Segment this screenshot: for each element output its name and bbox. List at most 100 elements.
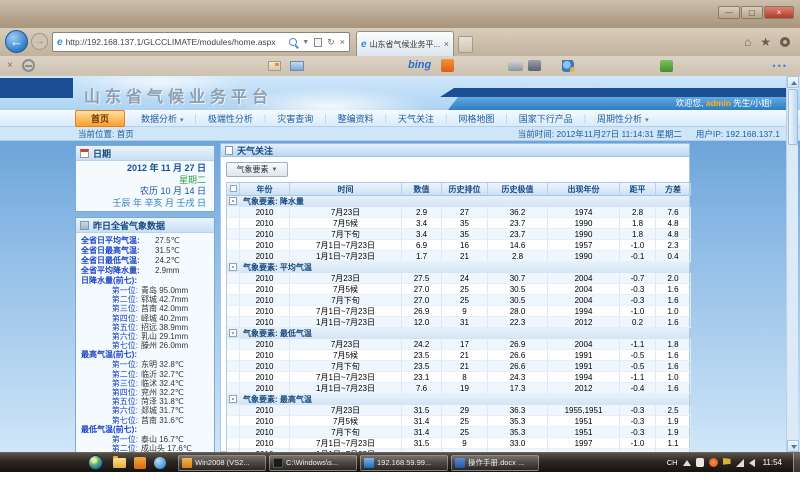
- home-icon[interactable]: ⌂: [744, 35, 751, 49]
- cell: 30.5: [488, 295, 548, 306]
- cell: 3.4: [402, 218, 442, 229]
- cell: 1.9: [656, 427, 691, 438]
- rank-item: 第一位:泰山 16.7℃: [78, 435, 212, 444]
- cell: 28.0: [488, 306, 548, 317]
- cell: 3.4: [402, 229, 442, 240]
- new-tab-button[interactable]: [458, 36, 473, 53]
- compatibility-view-icon[interactable]: [314, 38, 322, 47]
- select-all-checkbox[interactable]: [230, 185, 237, 192]
- welcome-prefix: 欢迎您,: [676, 98, 706, 108]
- collapse-toggle[interactable]: -: [229, 263, 237, 271]
- cell: 17: [442, 339, 488, 350]
- cell: 27.0: [402, 295, 442, 306]
- language-indicator[interactable]: CH: [667, 458, 678, 467]
- cell: 31.4: [402, 416, 442, 427]
- overflow-dots[interactable]: •••: [773, 61, 788, 71]
- summary-value: 24.2℃: [155, 256, 180, 266]
- collapse-toggle[interactable]: -: [229, 197, 237, 205]
- chevron-down-icon[interactable]: ▼: [302, 39, 309, 46]
- nav-item-6[interactable]: 网格地图: [447, 112, 505, 125]
- element-dropdown-button[interactable]: 气象要素 ▼: [226, 162, 288, 177]
- search-icon[interactable]: [289, 38, 297, 46]
- rank-value: 乳山 29.1mm: [141, 332, 188, 341]
- refresh-icon[interactable]: ↻: [327, 37, 335, 48]
- collapse-toggle[interactable]: -: [229, 395, 237, 403]
- scroll-up-icon[interactable]: [787, 76, 799, 88]
- cell: 1951: [548, 416, 620, 427]
- toolbar-close-icon[interactable]: ×: [7, 60, 13, 71]
- cell: 1991: [548, 350, 620, 361]
- camera-dark-icon[interactable]: [528, 60, 541, 71]
- cell: 26.9: [488, 339, 548, 350]
- cell: 7月1日~7月23日: [290, 372, 402, 383]
- rdp-icon: [364, 458, 374, 468]
- tray-antivirus-icon[interactable]: [709, 458, 718, 467]
- cell: 2004: [548, 273, 620, 284]
- tray-action-icon[interactable]: [696, 458, 704, 467]
- taskbar-button-1[interactable]: C:\Windows\s...: [269, 455, 357, 471]
- nav-item-7[interactable]: 国家下行产品: [508, 112, 584, 125]
- breadcrumb-bar: 当前位置: 首页 当前时间: 2012年11月27日 11:14:31 星期二 …: [0, 127, 800, 141]
- bing-logo[interactable]: bing: [408, 59, 431, 71]
- url-text[interactable]: http://192.168.137.1/GLCCLIMATE/modules/…: [66, 37, 290, 47]
- media-player-orange-icon[interactable]: [134, 457, 146, 469]
- scrollbar-thumb[interactable]: [788, 89, 798, 145]
- tray-volume-icon[interactable]: [749, 459, 755, 467]
- taskbar-button-2[interactable]: 192.168.59.99...: [360, 455, 448, 471]
- vertical-scrollbar[interactable]: [786, 76, 798, 452]
- cell: 35: [442, 229, 488, 240]
- weather-widget-icon[interactable]: [562, 60, 574, 72]
- header-navy-block: [0, 78, 73, 98]
- cell: 25: [442, 416, 488, 427]
- tray-flag-icon[interactable]: [723, 458, 731, 467]
- cell: 1.8: [620, 218, 656, 229]
- address-bar[interactable]: e http://192.168.137.1/GLCCLIMATE/module…: [52, 32, 350, 52]
- forward-button[interactable]: →: [31, 33, 48, 50]
- cell: 7月下旬: [290, 361, 402, 372]
- cell: 2010: [240, 416, 290, 427]
- nav-item-8[interactable]: 周期性分析▾: [586, 112, 660, 125]
- media-player-blue-icon[interactable]: [154, 457, 166, 469]
- collapse-toggle[interactable]: -: [229, 329, 237, 337]
- blocked-icon[interactable]: [22, 59, 35, 72]
- cell: 33.0: [488, 438, 548, 449]
- nav-item-3[interactable]: 灾害查询: [266, 112, 324, 125]
- start-button[interactable]: [88, 455, 103, 470]
- cell: 21: [442, 361, 488, 372]
- nav-item-2[interactable]: 极端性分析: [197, 112, 264, 125]
- maximize-button[interactable]: ▢: [741, 6, 763, 19]
- show-desktop-button[interactable]: [793, 453, 800, 473]
- page-header: 山东省气候业务平台 欢迎您, admin 先生/小姐!: [0, 76, 800, 110]
- nav-item-4[interactable]: 整编资料: [327, 112, 385, 125]
- nav-item-5[interactable]: 天气关注: [387, 112, 445, 125]
- close-button[interactable]: ×: [764, 6, 794, 19]
- mail-icon[interactable]: [290, 61, 304, 71]
- column-header-7: 方差: [656, 183, 691, 196]
- cell: 4.8: [656, 229, 691, 240]
- addon-puzzle-icon[interactable]: [660, 60, 673, 72]
- nav-item-1[interactable]: 数据分析▾: [130, 112, 195, 125]
- cell: 1.9: [656, 416, 691, 427]
- card-icon[interactable]: [268, 61, 281, 71]
- taskbar-clock[interactable]: 11:54: [763, 458, 782, 467]
- row-select-cell: [227, 372, 240, 383]
- stop-icon[interactable]: ×: [340, 37, 345, 47]
- back-button[interactable]: ←: [5, 30, 28, 53]
- taskbar-button-3[interactable]: 操作手册.docx ...: [451, 455, 539, 471]
- camera-icon[interactable]: [508, 60, 523, 71]
- minimize-button[interactable]: —: [718, 6, 740, 19]
- tray-up-arrow-icon[interactable]: [683, 460, 691, 466]
- browser-tab[interactable]: e 山东省气候业务平... ×: [356, 31, 454, 56]
- tab-close-icon[interactable]: ×: [444, 39, 449, 49]
- date-panel: 日期 2012 年 11 月 27 日 星期二 农历 10 月 14 日 壬辰 …: [75, 145, 215, 212]
- bing-d-icon[interactable]: [441, 59, 454, 72]
- scroll-down-icon[interactable]: [787, 440, 799, 452]
- gear-icon[interactable]: [780, 37, 790, 47]
- tray-network-icon[interactable]: [736, 459, 744, 467]
- taskbar-button-0[interactable]: Win2008 (VS2...: [178, 455, 266, 471]
- rank-value: 成山头 17.6℃: [141, 444, 192, 452]
- nav-item-0[interactable]: 首页: [75, 110, 125, 127]
- folder-icon[interactable]: [113, 458, 126, 468]
- cell: 1994: [548, 372, 620, 383]
- favorites-star-icon[interactable]: ★: [760, 35, 771, 49]
